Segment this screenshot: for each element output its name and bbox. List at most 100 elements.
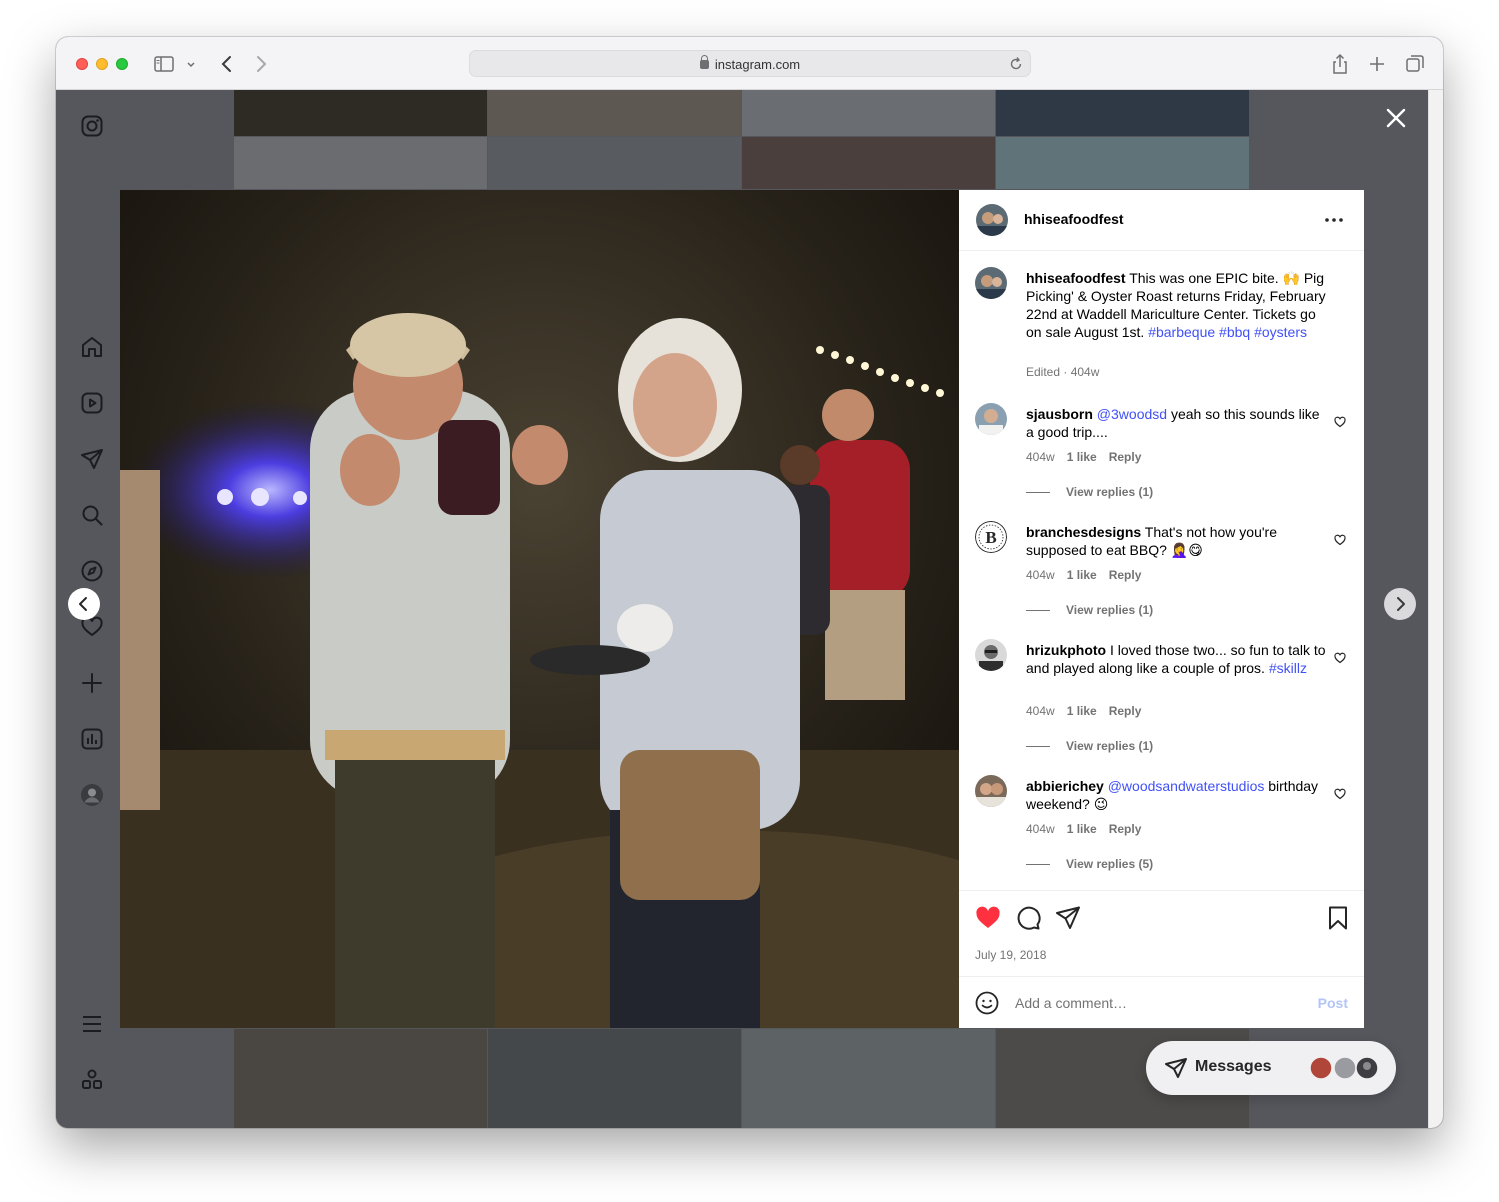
comment-hashtag[interactable]: #skillz bbox=[1269, 660, 1307, 676]
new-tab-icon[interactable] bbox=[1366, 53, 1388, 75]
explore-icon[interactable] bbox=[80, 559, 104, 583]
like-comment-heart-icon[interactable] bbox=[1334, 415, 1346, 428]
lock-icon bbox=[699, 55, 709, 69]
apps-grid-icon[interactable] bbox=[80, 1068, 104, 1092]
grid-thumbnail[interactable] bbox=[742, 137, 995, 189]
home-icon[interactable] bbox=[80, 335, 104, 359]
grid-thumbnail[interactable] bbox=[234, 90, 487, 136]
svg-text:B: B bbox=[985, 528, 996, 547]
back-icon[interactable] bbox=[216, 53, 238, 75]
comment-input[interactable]: Add a comment… bbox=[1015, 995, 1127, 1011]
close-modal-icon[interactable] bbox=[1384, 106, 1408, 130]
post-detail-panel: hhiseafoodfest hhiseafoodfest This was o… bbox=[959, 190, 1364, 1028]
comment-mention[interactable]: @3woodsd bbox=[1097, 406, 1167, 422]
comment-mention[interactable]: @woodsandwaterstudios bbox=[1108, 778, 1265, 794]
direct-messages-icon[interactable] bbox=[80, 447, 104, 471]
url-text: instagram.com bbox=[714, 57, 801, 72]
messages-label: Messages bbox=[1195, 1058, 1272, 1075]
more-menu-icon[interactable] bbox=[80, 1012, 104, 1036]
profile-avatar[interactable] bbox=[80, 783, 104, 807]
caption-username[interactable]: hhiseafoodfest bbox=[1026, 270, 1126, 286]
grid-thumbnail[interactable] bbox=[488, 90, 741, 136]
comment-likes[interactable]: 1 like bbox=[1067, 568, 1097, 582]
comment-likes[interactable]: 1 like bbox=[1067, 450, 1097, 464]
reload-icon[interactable] bbox=[1008, 56, 1024, 72]
grid-thumbnail[interactable] bbox=[742, 1029, 995, 1128]
commenter-avatar[interactable]: B bbox=[975, 521, 1007, 553]
like-comment-heart-icon[interactable] bbox=[1334, 651, 1346, 664]
view-replies-button[interactable]: View replies (1) bbox=[1023, 485, 1153, 499]
tab-overview-icon[interactable] bbox=[1404, 53, 1426, 75]
reply-button[interactable]: Reply bbox=[1109, 822, 1142, 836]
post-comment-button[interactable]: Post bbox=[1318, 995, 1348, 1011]
grid-thumbnail[interactable] bbox=[234, 137, 487, 189]
reply-button[interactable]: Reply bbox=[1109, 568, 1142, 582]
page-scrollbar[interactable] bbox=[1428, 90, 1443, 1128]
add-comment-bar: Add a comment… Post bbox=[959, 976, 1364, 1029]
previous-post-button[interactable] bbox=[68, 588, 100, 620]
comment-username[interactable]: hrizukphoto bbox=[1026, 642, 1106, 658]
comment-text: hrizukphoto I loved those two... so fun … bbox=[1026, 641, 1331, 677]
instagram-logo-icon[interactable] bbox=[80, 114, 104, 138]
comment-username[interactable]: branchesdesigns bbox=[1026, 524, 1141, 540]
save-bookmark-icon[interactable] bbox=[1325, 905, 1351, 931]
comment-likes[interactable]: 1 like bbox=[1067, 704, 1097, 718]
comment-username[interactable]: abbierichey bbox=[1026, 778, 1104, 794]
author-username[interactable]: hhiseafoodfest bbox=[1024, 211, 1124, 227]
commenter-avatar[interactable] bbox=[975, 775, 1007, 807]
share-icon[interactable] bbox=[1329, 53, 1351, 75]
comment-text: branchesdesigns That's not how you're su… bbox=[1026, 523, 1331, 559]
browser-toolbar: instagram.com bbox=[56, 37, 1443, 90]
more-options-icon[interactable] bbox=[1322, 212, 1346, 228]
commenter-avatar[interactable] bbox=[975, 639, 1007, 671]
reply-button[interactable]: Reply bbox=[1109, 450, 1142, 464]
address-bar[interactable]: instagram.com bbox=[469, 50, 1031, 77]
comment-username[interactable]: sjausborn bbox=[1026, 406, 1093, 422]
comment-item: abbierichey @woodsandwaterstudios birthd… bbox=[975, 775, 1348, 885]
commenter-avatar[interactable] bbox=[975, 403, 1007, 435]
view-replies-button[interactable]: View replies (1) bbox=[1023, 739, 1153, 753]
author-avatar[interactable] bbox=[975, 267, 1007, 299]
messages-paper-plane-icon bbox=[1164, 1056, 1188, 1080]
comment-bubble-icon[interactable] bbox=[1015, 905, 1041, 931]
chevron-down-icon[interactable] bbox=[184, 53, 198, 75]
messages-bar[interactable]: Messages bbox=[1146, 1041, 1396, 1095]
grid-thumbnail[interactable] bbox=[996, 90, 1249, 136]
view-replies-button[interactable]: View replies (1) bbox=[1023, 603, 1153, 617]
close-window-button[interactable] bbox=[76, 58, 88, 70]
comment-likes[interactable]: 1 like bbox=[1067, 822, 1097, 836]
post-date: July 19, 2018 bbox=[975, 948, 1047, 962]
sidebar-toggle-icon[interactable] bbox=[153, 53, 175, 75]
minimize-window-button[interactable] bbox=[96, 58, 108, 70]
share-paper-plane-icon[interactable] bbox=[1055, 905, 1081, 931]
caption-meta: Edited · 404w bbox=[1026, 365, 1100, 379]
instagram-page: hhiseafoodfest hhiseafoodfest This was o… bbox=[56, 90, 1428, 1128]
comment-meta: 404w 1 like Reply bbox=[1026, 568, 1141, 582]
grid-thumbnail[interactable] bbox=[234, 1029, 487, 1128]
like-heart-icon[interactable] bbox=[975, 905, 1001, 931]
grid-thumbnail[interactable] bbox=[742, 90, 995, 136]
emoji-icon[interactable] bbox=[975, 991, 999, 1015]
search-icon[interactable] bbox=[80, 503, 104, 527]
comments-list: hhiseafoodfest This was one EPIC bite. 🙌… bbox=[959, 252, 1364, 890]
comment-age: 404w bbox=[1026, 450, 1055, 464]
zoom-window-button[interactable] bbox=[116, 58, 128, 70]
grid-thumbnail[interactable] bbox=[996, 137, 1249, 189]
reply-button[interactable]: Reply bbox=[1109, 704, 1142, 718]
like-comment-heart-icon[interactable] bbox=[1334, 787, 1346, 800]
insights-icon[interactable] bbox=[80, 727, 104, 751]
grid-thumbnail[interactable] bbox=[488, 137, 741, 189]
caption-hashtags[interactable]: #barbeque #bbq #oysters bbox=[1148, 324, 1307, 340]
create-plus-icon[interactable] bbox=[80, 671, 104, 695]
next-post-button[interactable] bbox=[1384, 588, 1416, 620]
grid-thumbnail[interactable] bbox=[488, 1029, 741, 1128]
view-replies-button[interactable]: View replies (5) bbox=[1023, 857, 1153, 871]
reels-icon[interactable] bbox=[80, 391, 104, 415]
forward-icon[interactable] bbox=[250, 53, 272, 75]
author-avatar[interactable] bbox=[976, 204, 1008, 236]
like-comment-heart-icon[interactable] bbox=[1334, 533, 1346, 546]
post-actions: July 19, 2018 Add a comment… Post bbox=[959, 890, 1364, 1028]
comment-meta: 404w 1 like Reply bbox=[1026, 822, 1141, 836]
post-photo bbox=[120, 190, 959, 1028]
browser-window: instagram.com hhiseafoodfest hhiseafoodf… bbox=[56, 37, 1443, 1128]
